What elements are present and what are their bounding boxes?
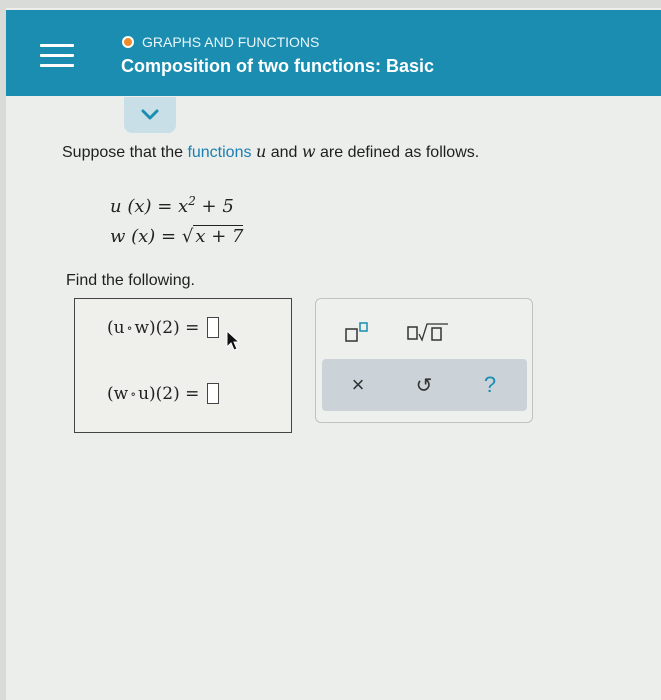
sqrt-button[interactable] bbox=[402, 319, 454, 345]
answer-wu-input[interactable] bbox=[207, 383, 220, 404]
answer-wu-open: (w bbox=[107, 383, 129, 404]
answer-row-wu: (w ∘ u)(2) = bbox=[107, 383, 220, 404]
collapse-toggle-button[interactable] bbox=[124, 97, 176, 133]
answer-wu-expr: u)(2) = bbox=[138, 383, 200, 404]
clear-button[interactable]: × bbox=[344, 371, 372, 399]
problem-statement: Suppose that the functions u and w are d… bbox=[62, 142, 479, 162]
keypad-action-row: × ↺ ? bbox=[322, 359, 527, 411]
problem-suffix: are defined as follows. bbox=[315, 144, 480, 161]
topic-text: GRAPHS AND FUNCTIONS bbox=[142, 34, 320, 50]
equation-u-exponent: 2 bbox=[188, 194, 196, 208]
topic-label: GRAPHS AND FUNCTIONS bbox=[122, 34, 319, 50]
answer-uw-expr: w)(2) = bbox=[134, 317, 200, 338]
answer-row-uw: (u ∘ w)(2) = bbox=[107, 317, 220, 338]
equation-u-lhs: u (x) = x bbox=[110, 196, 189, 217]
var-u: u bbox=[255, 142, 267, 161]
equation-w-radicand: x + 7 bbox=[193, 225, 244, 247]
exponent-template-icon bbox=[345, 322, 368, 342]
undo-button[interactable]: ↺ bbox=[410, 371, 438, 399]
mouse-pointer-icon bbox=[226, 330, 240, 351]
chevron-down-icon bbox=[141, 109, 159, 120]
find-label: Find the following. bbox=[66, 272, 195, 289]
answer-uw-open: (u bbox=[107, 317, 125, 338]
problem-and: and bbox=[266, 144, 302, 161]
page-title: Composition of two functions: Basic bbox=[121, 56, 434, 76]
functions-link[interactable]: functions bbox=[187, 144, 251, 161]
help-icon: ? bbox=[483, 372, 497, 397]
answer-uw-input[interactable] bbox=[207, 317, 220, 338]
equation-u-tail: + 5 bbox=[195, 196, 234, 217]
undo-icon: ↺ bbox=[415, 374, 433, 397]
exponent-button[interactable] bbox=[338, 319, 378, 345]
close-icon: × bbox=[351, 372, 365, 397]
sqrt-template-icon bbox=[407, 323, 448, 342]
header-bar: GRAPHS AND FUNCTIONS Composition of two … bbox=[6, 10, 661, 96]
math-keypad: × ↺ ? bbox=[315, 298, 533, 423]
topic-status-dot-icon bbox=[122, 36, 134, 48]
help-button[interactable]: ? bbox=[476, 371, 504, 399]
problem-prefix: Suppose that the bbox=[62, 144, 188, 161]
sqrt-sign-icon: √ bbox=[181, 226, 194, 247]
equation-w: w (x) = √ x + 7 bbox=[110, 225, 244, 247]
compose-op: ∘ bbox=[126, 320, 133, 335]
equation-w-lhs: w (x) = bbox=[110, 226, 182, 247]
var-w: w bbox=[301, 142, 316, 161]
menu-icon[interactable] bbox=[40, 44, 74, 74]
answer-panel: (u ∘ w)(2) = (w ∘ u)(2) = bbox=[74, 298, 292, 433]
equation-u: u (x) = x2 + 5 bbox=[110, 194, 234, 217]
compose-op: ∘ bbox=[130, 386, 137, 401]
